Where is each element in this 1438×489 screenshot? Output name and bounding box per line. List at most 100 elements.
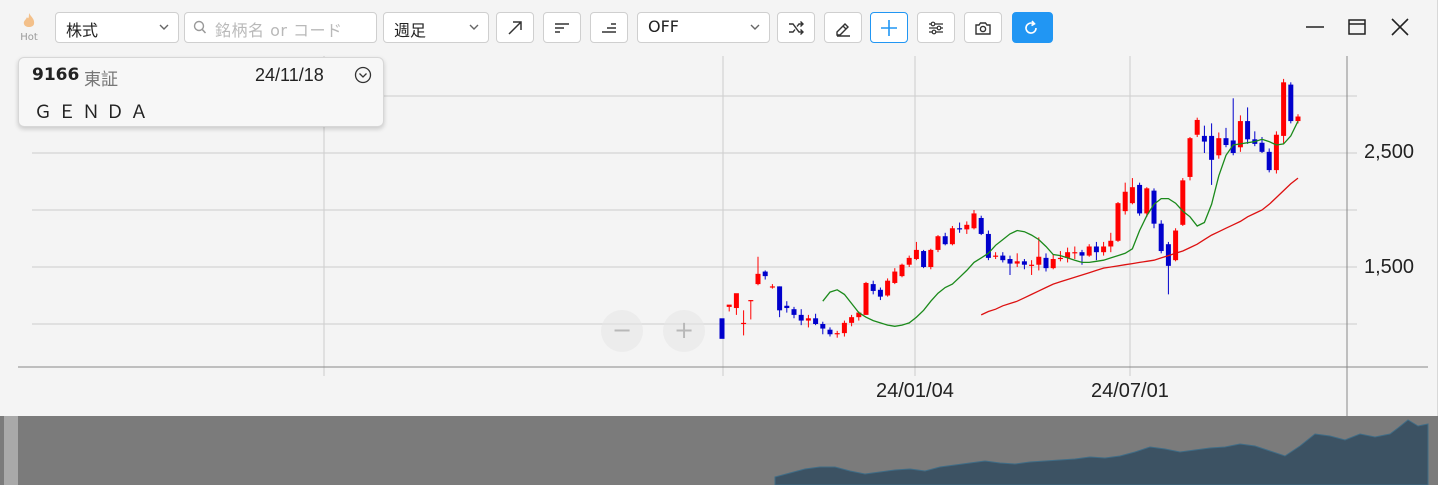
chevron-down-icon	[469, 24, 479, 30]
range-navigator[interactable]	[0, 416, 1438, 486]
candle-body	[1281, 82, 1287, 136]
maximize-icon[interactable]	[1346, 16, 1368, 38]
candle-body	[1093, 246, 1099, 253]
sliders-icon	[929, 21, 943, 35]
x-tick-label: 24/07/01	[1091, 380, 1169, 402]
diagonal-arrow-icon	[508, 21, 522, 35]
plus-icon	[881, 20, 897, 36]
candle-body	[1245, 121, 1251, 140]
candle-body	[1007, 259, 1013, 264]
candle-body	[1209, 135, 1215, 160]
candle-body	[1259, 142, 1265, 152]
symbol-info-box: 9166 東証 24/11/18 ＧＥＮＤＡ	[18, 57, 384, 127]
candle-body	[1216, 138, 1222, 156]
candle-body	[820, 324, 826, 329]
candle-body	[928, 249, 934, 267]
close-icon[interactable]	[1389, 16, 1411, 38]
candle-body	[748, 300, 754, 302]
minimize-icon[interactable]	[1304, 16, 1326, 38]
candle-body	[733, 293, 739, 309]
candle-body	[949, 228, 955, 245]
candle-body	[791, 309, 797, 315]
hot-button[interactable]: Hot	[14, 10, 44, 46]
candles-layer	[719, 78, 1301, 339]
type-select[interactable]: 株式	[55, 12, 179, 43]
candle-body	[1158, 223, 1164, 252]
candle-body	[885, 280, 891, 296]
candle-body	[805, 318, 811, 321]
navigator-left-handle[interactable]	[4, 416, 18, 485]
draw-button[interactable]	[824, 12, 862, 43]
candle-body	[1101, 246, 1107, 253]
candle-body	[921, 251, 927, 267]
screenshot-button[interactable]	[964, 12, 1002, 43]
settings-button[interactable]	[917, 12, 955, 43]
candle-body	[1201, 135, 1207, 142]
x-tick-label: 24/01/04	[876, 380, 954, 402]
chevron-down-circle-icon[interactable]	[354, 66, 372, 84]
candle-body	[1108, 240, 1114, 247]
candle-body	[798, 314, 804, 321]
candle-body	[1122, 191, 1128, 212]
align-right-button[interactable]	[590, 12, 628, 43]
candle-body	[978, 217, 984, 234]
candle-body	[1223, 138, 1229, 146]
candle-body	[1115, 203, 1121, 241]
candle-body	[726, 304, 732, 307]
candle-body	[877, 289, 883, 297]
candle-body	[942, 236, 948, 245]
period-select-value: 週足	[394, 21, 427, 40]
symbol-search-input[interactable]: 銘柄名 or コード	[184, 12, 377, 43]
candle-body	[870, 284, 876, 291]
y-tick-label: 1,500	[1364, 256, 1415, 278]
candle-body	[841, 322, 847, 334]
trendline-button[interactable]	[496, 12, 534, 43]
candle-body	[1137, 184, 1143, 214]
refresh-button[interactable]	[1012, 12, 1053, 43]
candle-body	[1180, 180, 1186, 225]
candle-body	[755, 273, 761, 285]
hot-label: Hot	[20, 32, 38, 43]
zoom-out-button[interactable]: −	[601, 310, 643, 352]
search-placeholder: 銘柄名 or コード	[215, 21, 343, 40]
candle-body	[1000, 255, 1006, 261]
candle-body	[1187, 138, 1193, 177]
market-name: 東証	[84, 70, 118, 90]
toolbar: Hot 株式 銘柄名 or コード 週足 OFF	[0, 0, 1438, 56]
zoom-in-button[interactable]: +	[663, 310, 705, 352]
camera-icon	[975, 22, 991, 35]
candle-body	[1086, 246, 1092, 256]
ma-short-line	[822, 120, 1299, 327]
indicator-select-value: OFF	[648, 17, 679, 36]
search-icon	[193, 20, 207, 34]
ma-lines-layer	[822, 120, 1299, 327]
candle-body	[1072, 252, 1078, 254]
candle-body	[913, 249, 919, 260]
crosshair-button[interactable]	[870, 12, 908, 43]
stock-code: 9166	[32, 65, 80, 85]
candle-body	[741, 322, 747, 325]
candle-body	[935, 236, 941, 250]
candle-body	[892, 271, 898, 283]
shuffle-button[interactable]	[777, 12, 815, 43]
candle-body	[1021, 261, 1027, 265]
type-select-value: 株式	[66, 21, 99, 40]
candle-body	[993, 255, 999, 257]
candle-body	[719, 318, 725, 339]
align-left-button[interactable]	[543, 12, 581, 43]
shuffle-icon	[789, 21, 804, 35]
refresh-icon	[1025, 20, 1037, 34]
candle-body	[1014, 261, 1020, 264]
period-select[interactable]: 週足	[383, 12, 489, 43]
candle-body	[1266, 151, 1272, 171]
candle-body	[1288, 84, 1294, 122]
candle-body	[863, 282, 869, 315]
chart-window: Hot 株式 銘柄名 or コード 週足 OFF 2,500 1,500 24/…	[0, 0, 1438, 486]
candle-body	[1144, 188, 1150, 214]
stock-name: ＧＥＮＤＡ	[34, 102, 154, 123]
indicator-select[interactable]: OFF	[637, 12, 770, 43]
candle-body	[1173, 230, 1179, 261]
candle-body	[827, 329, 833, 335]
candle-body	[964, 224, 970, 230]
candle-body	[1079, 252, 1085, 256]
